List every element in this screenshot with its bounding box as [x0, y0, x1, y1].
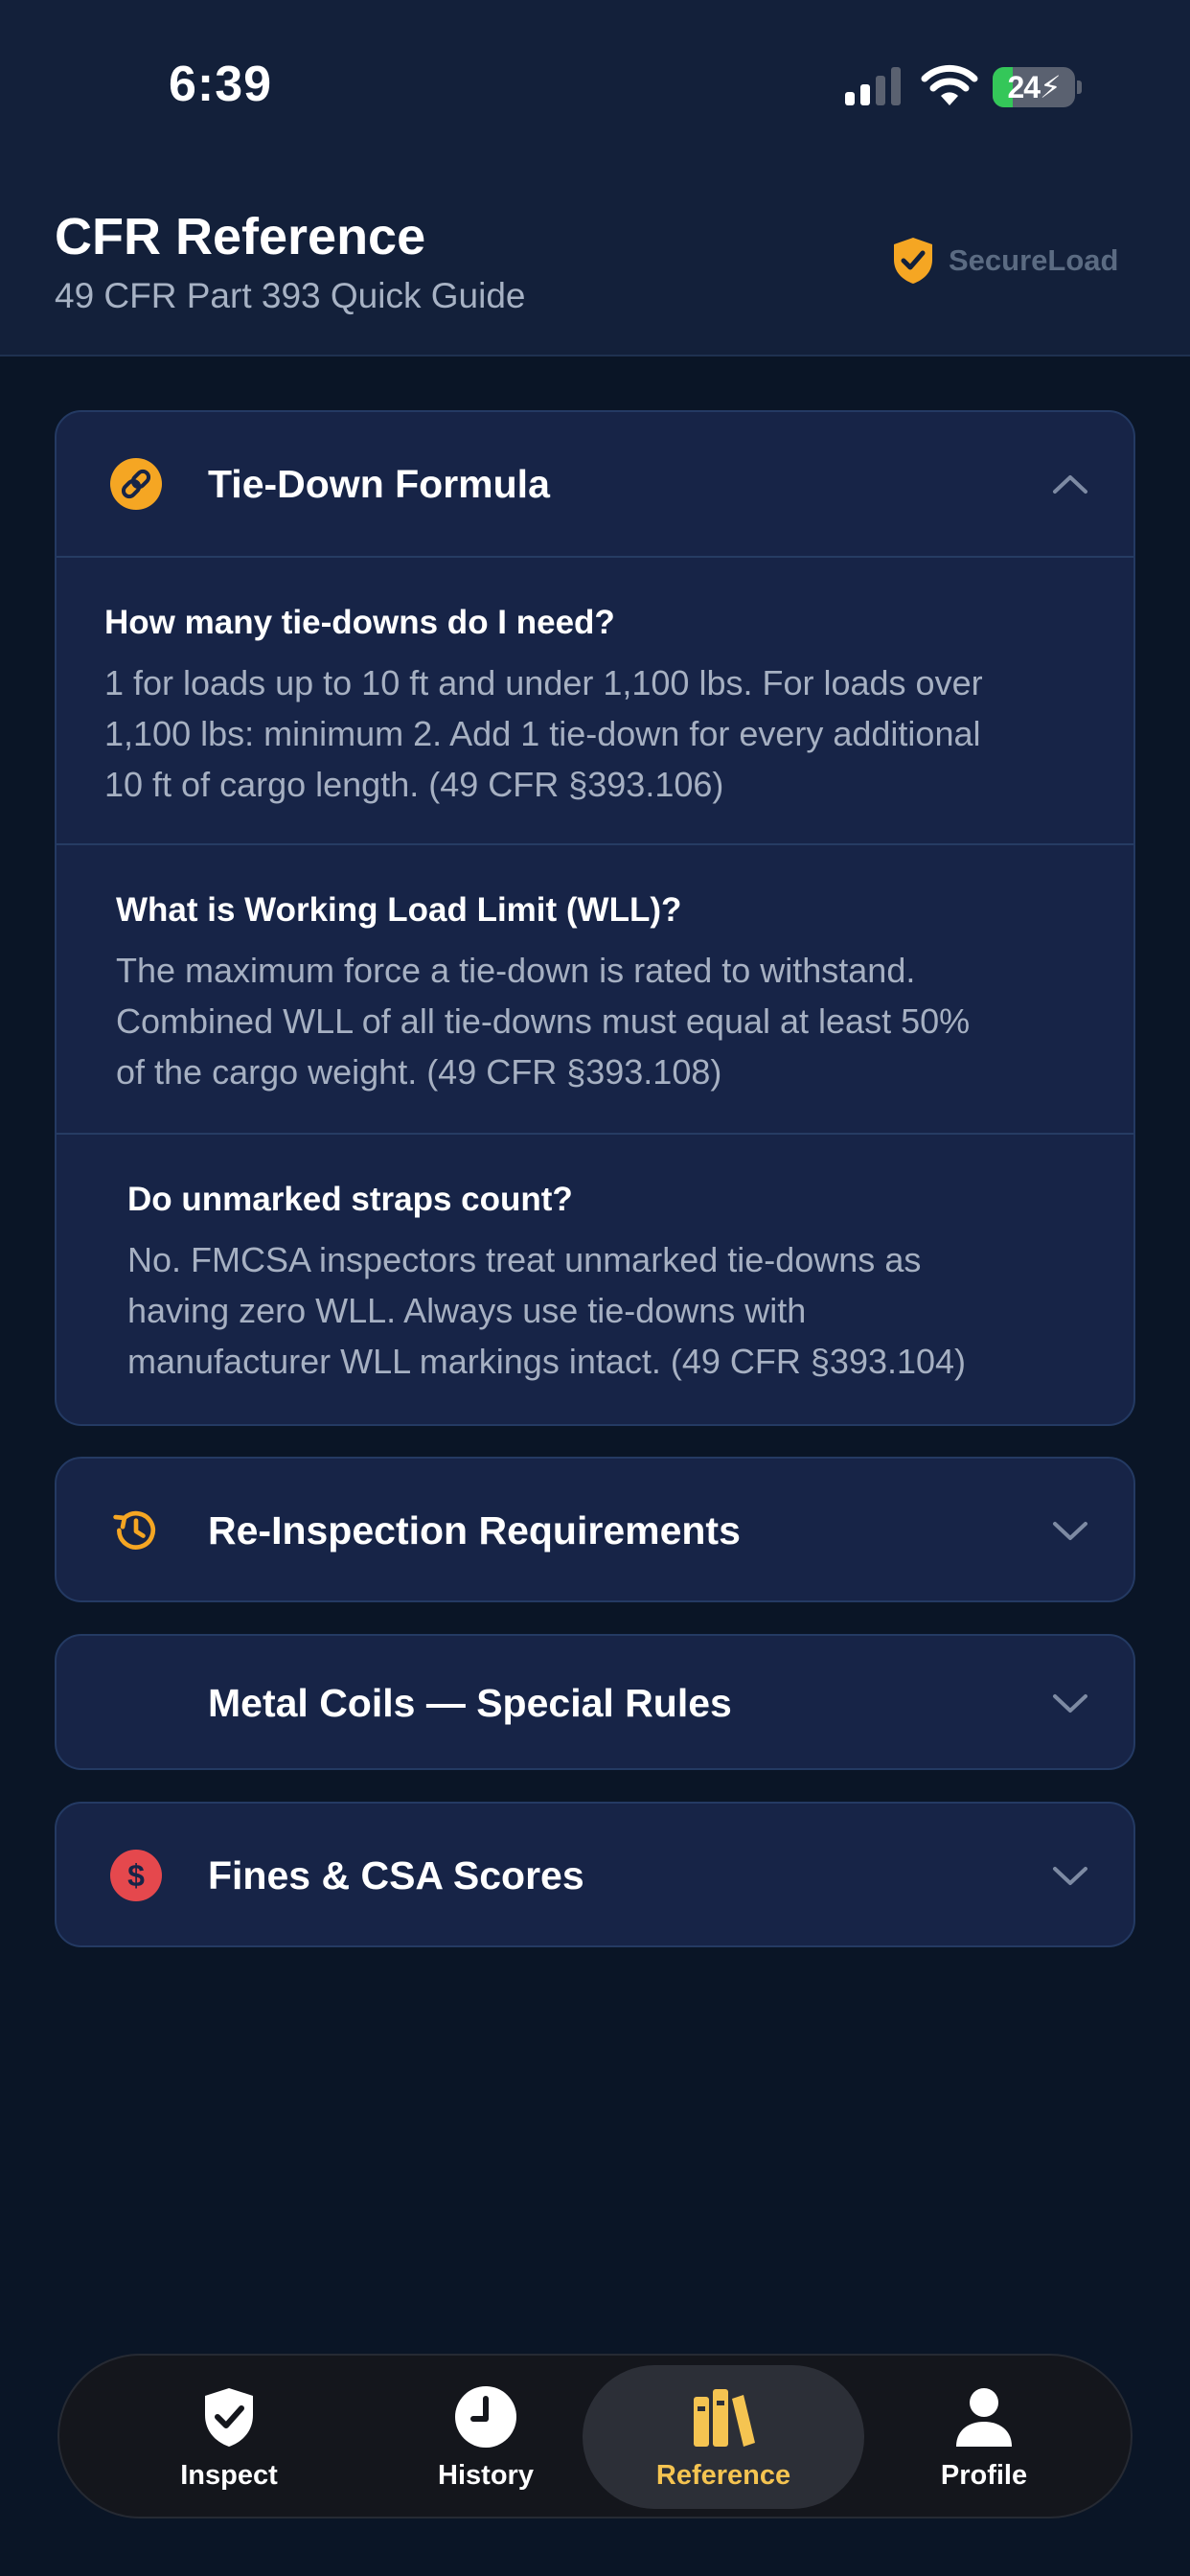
faq-question: How many tie-downs do I need?	[104, 604, 615, 641]
svg-text:$: $	[127, 1858, 145, 1893]
faq-answer: No. FMCSA inspectors treat unmarked tie-…	[127, 1234, 1133, 1387]
tab-reference[interactable]: Reference	[583, 2365, 864, 2509]
chevron-down-icon	[1053, 1694, 1087, 1713]
faq-answer-line: having zero WLL. Always use tie-downs wi…	[127, 1291, 807, 1330]
page-title: CFR Reference	[55, 208, 426, 265]
section-header-tie-down-formula[interactable]: Tie-Down Formula	[57, 412, 1133, 556]
faq-item: Do unmarked straps count? No. FMCSA insp…	[57, 1135, 1133, 1424]
battery-level-text: 24⚡	[1007, 70, 1061, 104]
status-time: 6:39	[169, 57, 273, 112]
faq-answer-line: The maximum force a tie-down is rated to…	[116, 951, 916, 990]
screen: 6:39 24⚡ CFR Reference 49 CFR Part 393 Q…	[0, 0, 1190, 2576]
section-header-re-inspection[interactable]: Re-Inspection Requirements	[57, 1459, 1133, 1600]
faq-answer: The maximum force a tie-down is rated to…	[116, 945, 1133, 1097]
link-icon	[110, 458, 162, 510]
chevron-up-icon	[1053, 475, 1087, 494]
books-icon	[694, 2388, 755, 2447]
battery-tip	[1077, 80, 1082, 94]
status-bar: 6:39 24⚡	[0, 0, 1190, 172]
battery-indicator: 24⚡	[993, 67, 1075, 107]
cellular-signal-icon	[845, 67, 901, 105]
section-header-fines-csa[interactable]: $ Fines & CSA Scores	[57, 1804, 1133, 1945]
brand-badge: SecureLoad	[891, 236, 1118, 286]
faq-answer-line: 10 ft of cargo length. (49 CFR §393.106)	[104, 765, 724, 804]
faq-question: What is Working Load Limit (WLL)?	[116, 891, 682, 929]
header: 6:39 24⚡ CFR Reference 49 CFR Part 393 Q…	[0, 0, 1190, 356]
page-subtitle: 49 CFR Part 393 Quick Guide	[55, 276, 526, 315]
tab-inspect[interactable]: Inspect	[100, 2365, 358, 2509]
section-title: Fines & CSA Scores	[208, 1852, 584, 1898]
faq-answer-line: No. FMCSA inspectors treat unmarked tie-…	[127, 1240, 922, 1279]
section-header-metal-coils[interactable]: Metal Coils — Special Rules	[57, 1636, 1133, 1768]
tab-label: Inspect	[180, 2459, 278, 2491]
section-fines-csa[interactable]: $ Fines & CSA Scores	[55, 1802, 1135, 1947]
faq-answer: 1 for loads up to 10 ft and under 1,100 …	[104, 657, 1133, 810]
faq-answer-line: 1,100 lbs: minimum 2. Add 1 tie-down for…	[104, 714, 981, 753]
section-tie-down-formula: Tie-Down Formula How many tie-downs do I…	[55, 410, 1135, 1426]
clock-icon	[455, 2385, 516, 2448]
person-icon	[956, 2387, 1012, 2447]
shield-check-icon	[894, 238, 932, 284]
section-title: Tie-Down Formula	[208, 461, 550, 506]
faq-answer-line: 1 for loads up to 10 ft and under 1,100 …	[104, 663, 983, 702]
section-title: Metal Coils — Special Rules	[208, 1680, 732, 1725]
tab-profile[interactable]: Profile	[855, 2365, 1113, 2509]
tab-history[interactable]: History	[356, 2365, 615, 2509]
dollar-icon: $	[110, 1850, 162, 1901]
chevron-down-icon	[1053, 1522, 1087, 1540]
faq-item: What is Working Load Limit (WLL)? The ma…	[57, 845, 1133, 1133]
history-icon	[110, 1505, 162, 1556]
tab-label: History	[438, 2459, 534, 2491]
faq-answer-line: of the cargo weight. (49 CFR §393.108)	[116, 1052, 722, 1092]
tab-bar: Inspect History Reference Profile	[57, 2354, 1133, 2518]
section-metal-coils[interactable]: Metal Coils — Special Rules	[55, 1634, 1135, 1770]
faq-item: How many tie-downs do I need? 1 for load…	[57, 558, 1133, 843]
wifi-icon	[921, 64, 978, 105]
tab-label: Profile	[940, 2459, 1028, 2491]
tab-label: Reference	[655, 2459, 791, 2491]
brand-name: SecureLoad	[949, 243, 1119, 277]
shield-check-icon	[205, 2387, 253, 2447]
faq-answer-line: manufacturer WLL markings intact. (49 CF…	[127, 1342, 967, 1381]
chevron-down-icon	[1053, 1867, 1087, 1885]
faq-question: Do unmarked straps count?	[127, 1181, 573, 1218]
section-title: Re-Inspection Requirements	[208, 1507, 741, 1552]
faq-answer-line: Combined WLL of all tie-downs must equal…	[116, 1001, 971, 1041]
battery-level: 24	[1007, 70, 1041, 104]
section-re-inspection[interactable]: Re-Inspection Requirements	[55, 1457, 1135, 1602]
